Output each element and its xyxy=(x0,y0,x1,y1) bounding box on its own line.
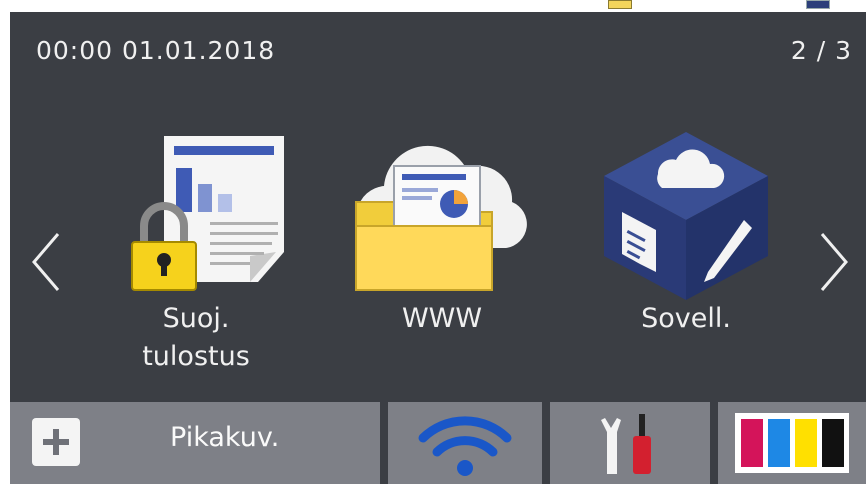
app-label: Suoj. tulostus xyxy=(142,303,250,372)
shortcuts-button[interactable]: Pikakuv. xyxy=(10,402,380,484)
app-web-connect[interactable]: WWW xyxy=(342,132,542,338)
clipped-icon-fragment xyxy=(806,0,830,9)
touch-panel: 00:00 01.01.2018 2 / 3 Suoj. tulostus WW… xyxy=(10,12,866,484)
tools-icon xyxy=(601,414,651,474)
ink-levels-icon xyxy=(735,413,849,473)
plus-icon xyxy=(32,418,80,466)
app-secure-print[interactable]: Suoj. tulostus xyxy=(96,132,296,376)
ink-levels-button[interactable] xyxy=(718,402,866,484)
wifi-icon xyxy=(418,416,512,476)
web-connect-icon xyxy=(355,145,527,291)
apps-cube-icon xyxy=(604,132,768,300)
secure-print-icon xyxy=(131,136,284,291)
page-indicator: 2 / 3 xyxy=(790,36,852,65)
chevron-right-icon[interactable] xyxy=(806,222,856,302)
app-label: WWW xyxy=(401,303,483,334)
wifi-button[interactable] xyxy=(388,402,542,484)
chevron-left-icon[interactable] xyxy=(24,222,74,302)
tools-button[interactable] xyxy=(550,402,710,484)
clipped-icon-fragment xyxy=(608,0,632,9)
screen: 00:00 01.01.2018 2 / 3 Suoj. tulostus WW… xyxy=(0,0,866,484)
app-label: Sovell. xyxy=(641,303,731,334)
app-apps[interactable]: Sovell. xyxy=(586,132,786,338)
shortcuts-label: Pikakuv. xyxy=(170,422,280,453)
datetime-display: 00:00 01.01.2018 xyxy=(36,36,276,65)
